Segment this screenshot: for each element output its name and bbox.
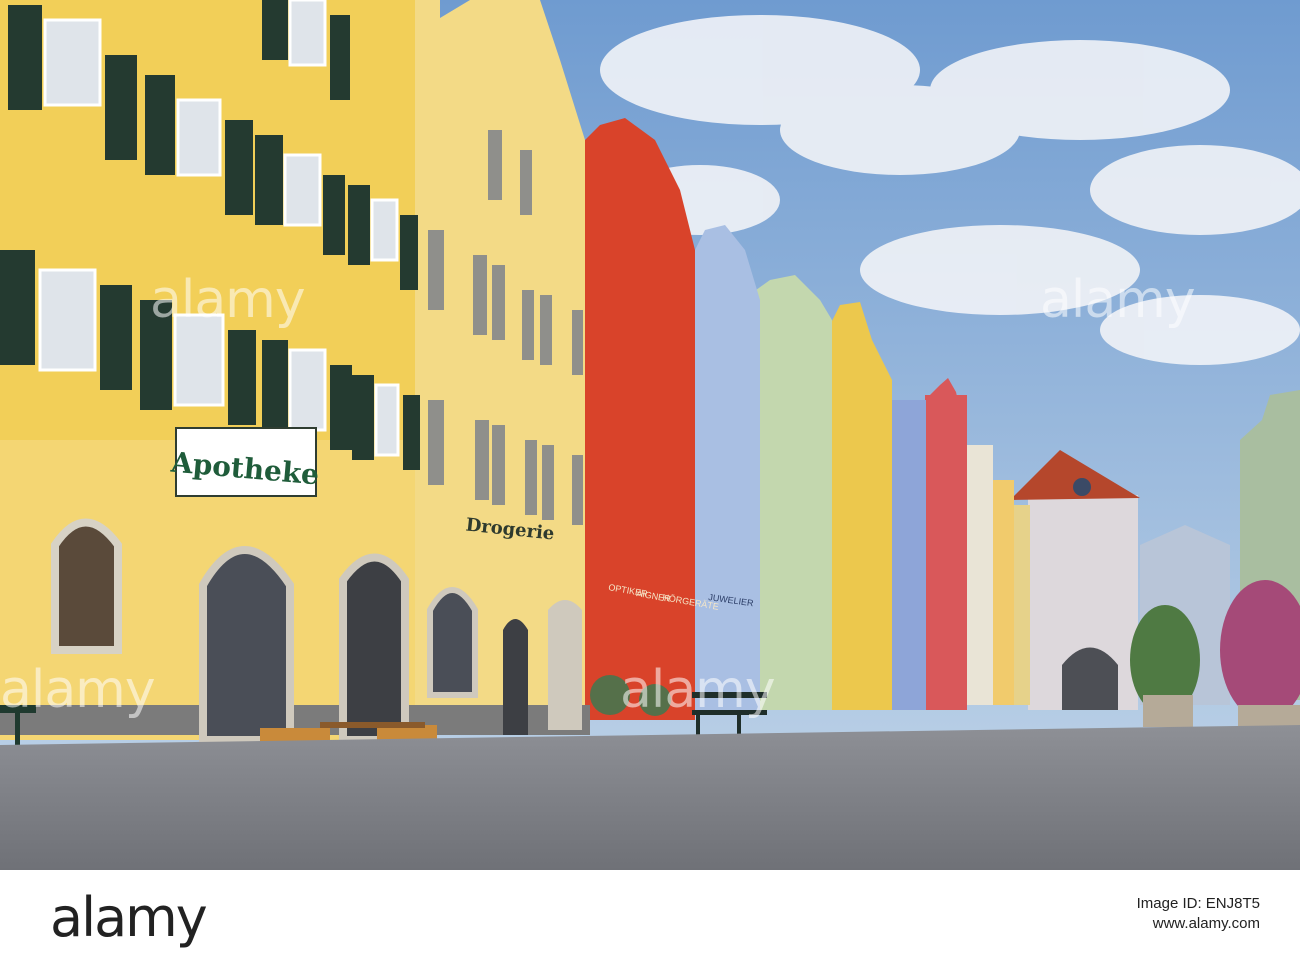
blue-house-small bbox=[890, 400, 926, 710]
watermark: alamy bbox=[1040, 270, 1196, 330]
gate-arch bbox=[1062, 647, 1118, 710]
photo: Apotheke Drogerie OPTIKER AIGNER HÖRGERÄ… bbox=[0, 0, 1300, 870]
watermark: alamy bbox=[0, 660, 156, 720]
yellow-house-middle bbox=[830, 302, 892, 710]
bench-wood bbox=[320, 722, 425, 728]
pink-house bbox=[925, 395, 967, 710]
footer-bar: alamy Image ID: ENJ8T5 www.alamy.com bbox=[0, 870, 1300, 961]
footer-info: Image ID: ENJ8T5 www.alamy.com bbox=[1137, 894, 1260, 934]
town-square-illustration: Apotheke Drogerie OPTIKER AIGNER HÖRGERÄ… bbox=[0, 0, 1300, 870]
blue-house bbox=[695, 225, 760, 710]
image-id-label: Image ID: ENJ8T5 bbox=[1136, 895, 1260, 912]
red-house bbox=[585, 118, 695, 720]
clock-icon bbox=[1073, 478, 1091, 496]
website-link[interactable]: www.alamy.com bbox=[1137, 914, 1260, 934]
cobblestone-square bbox=[0, 725, 1300, 870]
watermark: alamy bbox=[620, 660, 776, 720]
watermark: alamy bbox=[150, 270, 306, 330]
green-house bbox=[756, 275, 832, 710]
alamy-logo[interactable]: alamy bbox=[50, 886, 208, 949]
